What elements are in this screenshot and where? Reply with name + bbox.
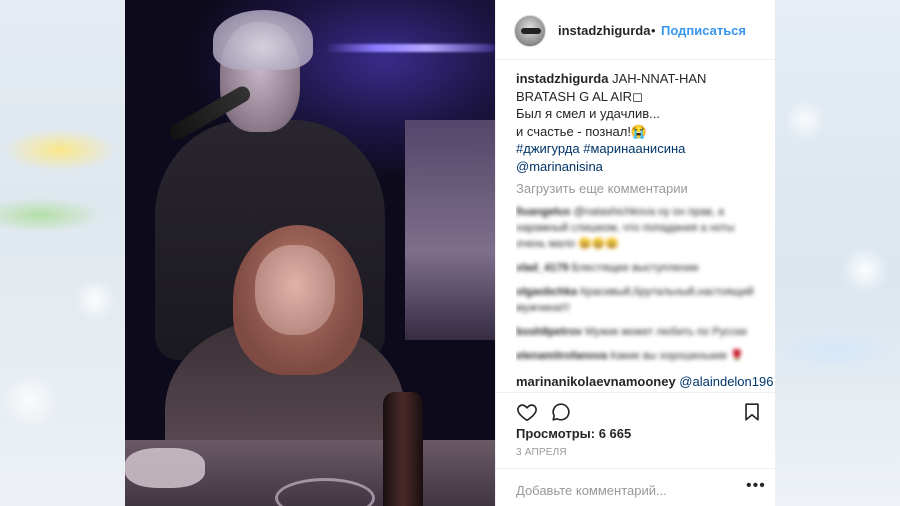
caption-line2: Был я смел и удачлив... bbox=[516, 106, 660, 121]
singer-hair bbox=[213, 10, 313, 70]
header-username-link[interactable]: instadzhigurda bbox=[558, 23, 650, 38]
more-options-icon[interactable]: ••• bbox=[746, 477, 766, 495]
load-more-comments-button[interactable]: Загрузить еще комментарии bbox=[516, 181, 766, 196]
list-item: vlad_4179 Блестящее выступление bbox=[516, 260, 766, 276]
woman-face bbox=[255, 245, 335, 335]
list-item: lluangelus @natashichkova ну он прав, а … bbox=[516, 204, 766, 252]
post-date[interactable]: 3 АПРЕЛЯ bbox=[516, 447, 567, 458]
list-item: bosh8petrov Мужик может любить по Русски bbox=[516, 324, 766, 340]
comments-list[interactable]: instadzhigurda JAH-NNAT-HAN BRATASH G AL… bbox=[516, 70, 766, 390]
comment-username[interactable]: elenamitrofanova bbox=[516, 350, 607, 362]
bookmark-icon[interactable] bbox=[741, 401, 763, 423]
comment-username[interactable]: vlad_4179 bbox=[516, 262, 569, 274]
follow-button[interactable]: Подписаться bbox=[661, 23, 746, 38]
list-item: olgaobchka Красивый,брутальный,настоящий… bbox=[516, 284, 766, 316]
comment-username[interactable]: olgaobchka bbox=[516, 286, 577, 298]
comment-text: Мужик может любить по Русски bbox=[585, 326, 747, 338]
action-bar bbox=[496, 392, 776, 426]
comment-username[interactable]: lluangelus bbox=[516, 206, 570, 218]
neon-light bbox=[325, 44, 495, 52]
comment-username[interactable]: bosh8petrov bbox=[516, 326, 582, 338]
views-label: Просмотры: bbox=[516, 426, 596, 441]
comment-input[interactable] bbox=[516, 481, 726, 499]
separator-dot: • bbox=[651, 23, 656, 38]
last-comment: marinanikolaevnamooney @alaindelon196 bbox=[516, 374, 773, 389]
views-count: Просмотры: 6 665 bbox=[516, 426, 631, 441]
post-header: instadzhigurda • Подписаться bbox=[496, 0, 776, 60]
comment-bubble-icon[interactable] bbox=[550, 401, 572, 423]
add-comment-section: ••• bbox=[496, 468, 776, 506]
background-right bbox=[775, 0, 900, 506]
reply-username-link[interactable]: marinanikolaevnamooney bbox=[516, 374, 676, 389]
list-item: elenamitrofanova Какие вы хорошенькие 🌹 bbox=[516, 348, 766, 364]
background-pillar bbox=[405, 120, 495, 340]
views-value: 6 665 bbox=[598, 426, 632, 441]
background-left bbox=[0, 0, 125, 506]
wine-bottle bbox=[383, 392, 423, 506]
caption-line3: и счастье - познал!😭 bbox=[516, 123, 648, 139]
avatar[interactable] bbox=[514, 15, 546, 47]
comment-text: Блестящее выступление bbox=[571, 262, 699, 274]
caption-hashtags[interactable]: #джигурда #маринаанисина bbox=[516, 140, 766, 158]
reply-mention[interactable]: @alaindelon196 bbox=[679, 374, 773, 389]
plate bbox=[125, 448, 205, 488]
caption-username-link[interactable]: instadzhigurda bbox=[516, 71, 608, 86]
caption: instadzhigurda JAH-NNAT-HAN BRATASH G AL… bbox=[516, 70, 766, 175]
caption-mention[interactable]: @marinanisina bbox=[516, 158, 766, 176]
post-side-panel: instadzhigurda • Подписаться instadzhigu… bbox=[495, 0, 776, 506]
heart-icon[interactable] bbox=[516, 401, 538, 423]
comment-text: Какие вы хорошенькие 🌹 bbox=[610, 350, 744, 362]
post-video-photo[interactable] bbox=[125, 0, 495, 506]
